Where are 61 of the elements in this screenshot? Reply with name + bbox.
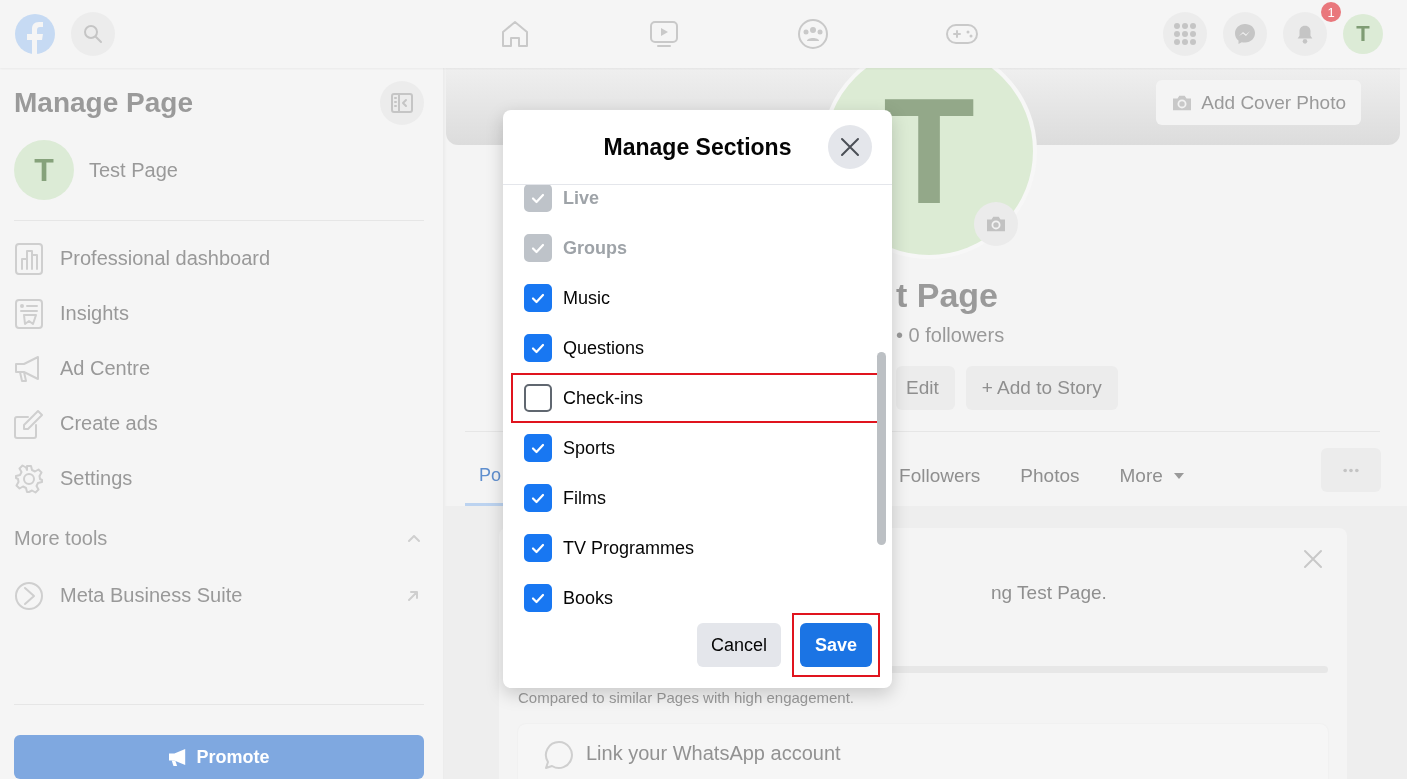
section-label: Films — [563, 487, 606, 509]
section-label: TV Programmes — [563, 537, 695, 559]
section-label: Check-ins — [563, 387, 644, 409]
messenger-icon[interactable] — [1223, 12, 1267, 56]
settings-icon — [14, 462, 44, 495]
section-label: Live — [563, 187, 600, 209]
profile-avatar[interactable]: T — [1343, 14, 1383, 54]
checkbox[interactable] — [524, 434, 552, 462]
edit-icon — [14, 407, 44, 440]
whatsapp-link-text: Link your WhatsApp account — [586, 742, 841, 765]
bar-chart-icon — [14, 242, 44, 275]
sidebar-item[interactable]: Insights — [60, 302, 129, 325]
card-text: ng Test Page. — [991, 582, 1107, 604]
camera-icon — [1171, 93, 1194, 112]
card-note: Compared to similar Pages with high engagement. — [518, 689, 855, 706]
follower-count: • 0 followers — [896, 323, 1006, 347]
checkbox[interactable] — [524, 534, 552, 562]
section-label: Books — [563, 587, 614, 609]
sidebar-title: Manage Page — [14, 87, 193, 119]
cancel-button[interactable]: Cancel — [696, 623, 781, 667]
tab[interactable]: Photos — [1000, 448, 1100, 506]
page-avatar: T — [14, 140, 74, 200]
add-to-story-button[interactable]: + Add to Story — [965, 366, 1118, 410]
sidebar-item[interactable]: Professional dashboard — [60, 247, 271, 270]
checkbox[interactable] — [524, 584, 552, 612]
checkbox[interactable] — [524, 484, 552, 512]
collapse-caret-icon[interactable] — [407, 533, 421, 543]
section-label: Sports — [563, 437, 616, 459]
notification-badge: 1 — [1321, 2, 1341, 22]
external-link-icon — [406, 588, 420, 603]
promote-button[interactable]: Promote — [14, 735, 424, 779]
close-button[interactable] — [828, 125, 872, 169]
sidebar-toggle-icon[interactable] — [380, 81, 424, 125]
section-label: Music — [563, 287, 610, 309]
search-icon[interactable] — [71, 12, 115, 56]
ellipsis-icon — [1342, 467, 1360, 473]
more-options-button[interactable] — [1321, 448, 1381, 492]
checkbox[interactable] — [524, 384, 552, 412]
page-title: t Page — [896, 275, 1000, 315]
add-cover-photo-button[interactable]: Add Cover Photo — [1156, 80, 1361, 125]
scrollbar[interactable] — [877, 352, 886, 545]
close-icon — [838, 135, 862, 159]
edit-button[interactable]: Edit — [896, 366, 955, 410]
sidebar-item[interactable]: Create ads — [60, 412, 158, 435]
insights-icon — [14, 297, 44, 330]
sidebar-item[interactable]: Settings — [60, 467, 133, 490]
checkbox[interactable] — [524, 334, 552, 362]
page-name[interactable]: Test Page — [89, 158, 178, 182]
checkbox[interactable] — [524, 284, 552, 312]
notifications-icon[interactable] — [1283, 12, 1327, 56]
dialog-title: Manage Sections — [603, 133, 792, 161]
tab[interactable]: More — [1099, 448, 1205, 506]
save-button[interactable]: Save — [799, 623, 872, 667]
sidebar-item[interactable]: Meta Business Suite — [60, 584, 390, 607]
chat-bubble-icon — [544, 740, 574, 770]
whatsapp-card[interactable]: Link your WhatsApp account — [518, 724, 1328, 779]
sidebar-item[interactable]: Ad Centre — [60, 357, 151, 380]
section-label: Questions — [563, 337, 645, 359]
section-heading: More tools — [14, 526, 108, 550]
menu-icon[interactable] — [1163, 12, 1207, 56]
section-label: Groups — [563, 237, 627, 259]
